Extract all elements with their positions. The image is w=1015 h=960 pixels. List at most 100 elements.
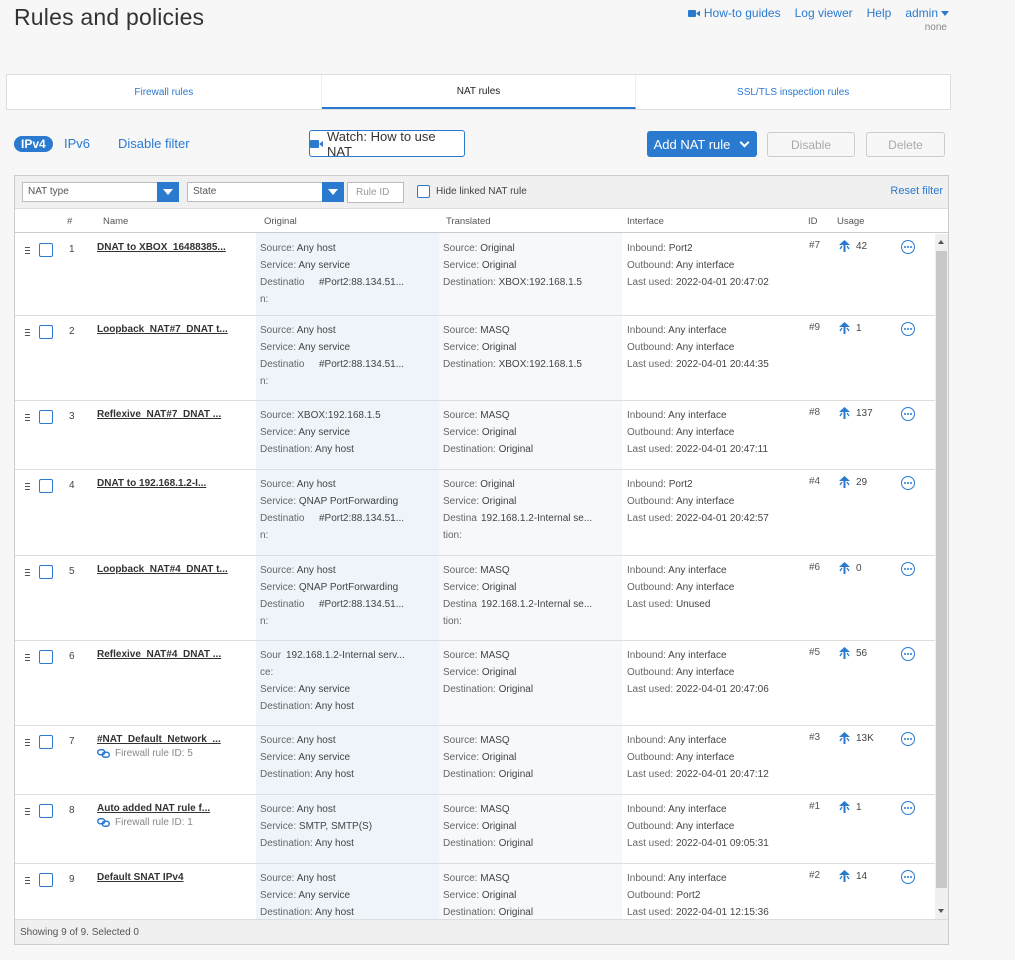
drag-handle-icon[interactable] — [25, 654, 30, 661]
table-row[interactable]: 2 Loopback_NAT#7_DNAT t... Source: Any hos… — [15, 316, 935, 401]
drag-handle-icon[interactable] — [25, 329, 30, 336]
col-header-translated[interactable]: Translated — [446, 216, 491, 227]
more-options-icon[interactable] — [901, 801, 915, 815]
user-menu[interactable]: admin — [905, 6, 949, 20]
row-checkbox[interactable] — [39, 735, 53, 749]
more-options-icon[interactable] — [901, 870, 915, 884]
col-header-original[interactable]: Original — [264, 216, 297, 227]
reset-filter-link[interactable]: Reset filter — [890, 185, 943, 197]
hide-linked-checkbox[interactable] — [417, 185, 430, 198]
field-label: Service: — [260, 427, 297, 438]
footer-status: Showing 9 of 9. Selected 0 — [20, 927, 139, 938]
col-header-name[interactable]: Name — [103, 216, 128, 227]
more-options-icon[interactable] — [901, 240, 915, 254]
scroll-down-icon[interactable] — [938, 909, 944, 913]
linked-firewall-rule[interactable]: Firewall rule ID: 5 — [97, 748, 193, 759]
field-value: Original — [481, 342, 517, 353]
delete-button[interactable]: Delete — [866, 132, 945, 157]
field-label: Source: — [443, 325, 478, 336]
drag-handle-icon[interactable] — [25, 247, 30, 254]
rule-name-link[interactable]: DNAT to 192.168.1.2-I... — [97, 478, 206, 489]
rule-id: #3 — [809, 732, 821, 743]
drag-handle-icon[interactable] — [25, 414, 30, 421]
more-options-icon[interactable] — [901, 322, 915, 336]
table-row[interactable]: 1 DNAT to XBOX_16488385... Source: Any hos… — [15, 234, 935, 316]
row-checkbox[interactable] — [39, 410, 53, 424]
table-row[interactable]: 6 Reflexive_NAT#4_DNAT ... Sour 192.168.1.2… — [15, 641, 935, 726]
table-row[interactable]: 9 Default SNAT IPv4 Source: Any host Servic… — [15, 864, 935, 919]
more-options-icon[interactable] — [901, 732, 915, 746]
tab-nat-rules[interactable]: NAT rules — [321, 75, 637, 109]
rule-name-link[interactable]: DNAT to XBOX_16488385... — [97, 242, 226, 253]
translated-cell: Source: Original Service: Original Destina… — [443, 476, 593, 544]
table-row[interactable]: 7 #NAT_Default_Network_... Firewall rule I… — [15, 726, 935, 795]
video-camera-icon — [687, 9, 700, 18]
row-checkbox[interactable] — [39, 873, 53, 887]
table-row[interactable]: 5 Loopback_NAT#4_DNAT t... Source: Any hos… — [15, 556, 935, 641]
col-header-id[interactable]: ID — [808, 216, 818, 227]
field-value: #Port2:88.134.51... — [319, 513, 405, 524]
field-label: Last used: — [627, 277, 674, 288]
row-checkbox[interactable] — [39, 804, 53, 818]
drag-handle-icon[interactable] — [25, 808, 30, 815]
ipv6-toggle[interactable]: IPv6 — [64, 136, 90, 151]
add-nat-rule-button[interactable]: Add NAT rule — [647, 131, 757, 157]
rule-name-link[interactable]: Loopback_NAT#7_DNAT t... — [97, 324, 228, 335]
help-link[interactable]: Help — [867, 6, 892, 20]
state-dropdown-button[interactable] — [322, 182, 344, 202]
more-options-icon[interactable] — [901, 647, 915, 661]
disable-button[interactable]: Disable — [767, 132, 855, 157]
row-checkbox[interactable] — [39, 565, 53, 579]
howto-link[interactable]: How-to guides — [687, 6, 781, 20]
rule-id-input[interactable]: Rule ID — [347, 182, 404, 203]
drag-handle-icon[interactable] — [25, 877, 30, 884]
table-row[interactable]: 4 DNAT to 192.168.1.2-I... Source: Any hos… — [15, 470, 935, 556]
col-header-usage[interactable]: Usage — [837, 216, 864, 227]
filter-bar: NAT type State Rule ID Hide linked NAT r… — [15, 176, 948, 209]
hide-linked-option[interactable]: Hide linked NAT rule — [417, 185, 527, 198]
more-options-icon[interactable] — [901, 476, 915, 490]
rule-name-link[interactable]: Reflexive_NAT#7_DNAT ... — [97, 409, 221, 420]
rule-name-link[interactable]: #NAT_Default_Network_... — [97, 734, 221, 745]
drag-handle-icon[interactable] — [25, 569, 30, 576]
rule-name-link[interactable]: Reflexive_NAT#4_DNAT ... — [97, 649, 221, 660]
field-label: Source: — [260, 325, 295, 336]
field-value: Any host — [296, 804, 336, 815]
row-checkbox[interactable] — [39, 479, 53, 493]
field-value: MASQ — [480, 325, 510, 336]
field-label: Service: — [260, 890, 297, 901]
more-options-icon[interactable] — [901, 562, 915, 576]
field-label: Outbound: — [627, 667, 674, 678]
logviewer-link[interactable]: Log viewer — [795, 6, 853, 20]
rule-name-link[interactable]: Loopback_NAT#4_DNAT t... — [97, 564, 228, 575]
row-checkbox[interactable] — [39, 243, 53, 257]
table-row[interactable]: 3 Reflexive_NAT#7_DNAT ... Source: XBOX:19… — [15, 401, 935, 470]
more-options-icon[interactable] — [901, 407, 915, 421]
watch-video-button[interactable]: Watch: How to use NAT — [309, 129, 465, 159]
field-value: Any interface — [668, 735, 727, 746]
table-scrollbar[interactable] — [935, 234, 948, 919]
state-select[interactable]: State — [187, 182, 344, 202]
add-dropdown-toggle[interactable] — [731, 131, 757, 157]
scroll-thumb[interactable] — [936, 251, 947, 888]
scroll-up-icon[interactable] — [938, 240, 944, 244]
disable-filter-link[interactable]: Disable filter — [118, 136, 190, 151]
row-checkbox[interactable] — [39, 650, 53, 664]
field-label: Destination: — [260, 769, 313, 780]
col-header-num[interactable]: # — [67, 216, 72, 227]
field-value: 2022-04-01 09:05:31 — [675, 838, 769, 849]
rule-name-link[interactable]: Auto added NAT rule f... — [97, 803, 210, 814]
row-checkbox[interactable] — [39, 325, 53, 339]
drag-handle-icon[interactable] — [25, 739, 30, 746]
rule-name-link[interactable]: Default SNAT IPv4 — [97, 872, 184, 883]
link-icon — [97, 749, 110, 758]
tab-firewall-rules[interactable]: Firewall rules — [7, 75, 322, 109]
linked-firewall-rule[interactable]: Firewall rule ID: 1 — [97, 817, 193, 828]
nat-type-dropdown-button[interactable] — [157, 182, 179, 202]
col-header-interface[interactable]: Interface — [627, 216, 664, 227]
tab-ssl-tls-rules[interactable]: SSL/TLS inspection rules — [636, 75, 950, 109]
nat-type-select[interactable]: NAT type — [22, 182, 179, 202]
ipv4-toggle[interactable]: IPv4 — [14, 136, 53, 152]
drag-handle-icon[interactable] — [25, 483, 30, 490]
table-row[interactable]: 8 Auto added NAT rule f... Firewall rule I… — [15, 795, 935, 864]
